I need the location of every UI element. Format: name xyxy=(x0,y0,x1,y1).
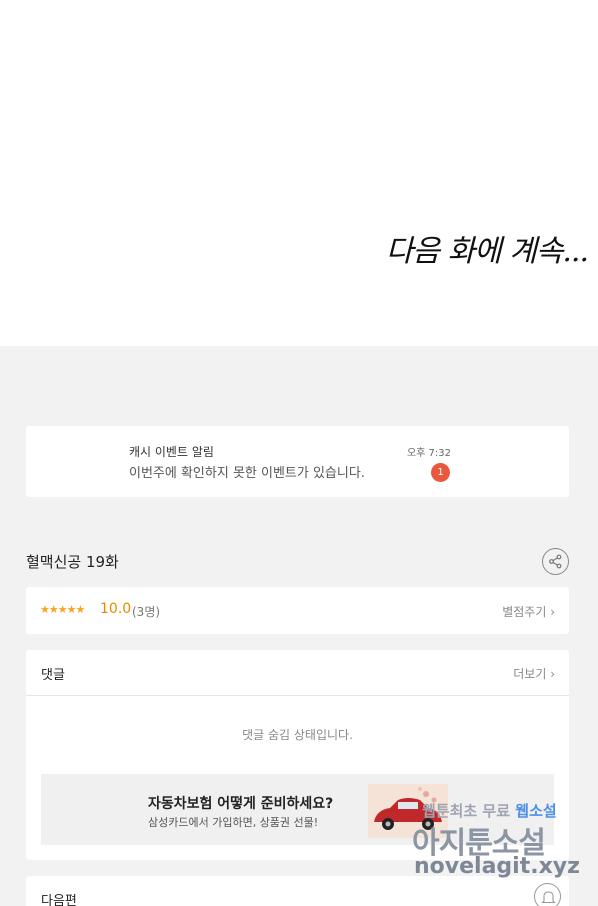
comic-panel-end: 다음 화에 계속... xyxy=(0,0,598,346)
next-episode-label: 다음편 xyxy=(41,894,77,906)
share-icon xyxy=(549,554,562,569)
bell-icon xyxy=(541,891,556,904)
notification-time: 오후 7:32 xyxy=(406,448,451,459)
notification-message: 이번주에 확인하지 못한 이벤트가 있습니다. xyxy=(129,466,365,481)
comments-hidden-message: 댓글 숨김 상태입니다. xyxy=(242,728,353,742)
rating-stars: ★★★★★ xyxy=(40,603,85,616)
ad-title: 자동차보험 어떻게 준비하세요? xyxy=(148,796,334,812)
comments-label: 댓글 xyxy=(41,668,65,683)
cash-event-notification[interactable]: 캐시 이벤트 알림 이번주에 확인하지 못한 이벤트가 있습니다. 오후 7:3… xyxy=(26,426,569,497)
comments-header: 댓글 더보기 › xyxy=(26,650,569,696)
next-episode-bar[interactable]: 다음편 xyxy=(26,876,569,906)
to-be-continued-text: 다음 화에 계속... xyxy=(385,234,589,269)
rating-score: 10.0 xyxy=(100,601,132,617)
notification-badge: 1 xyxy=(431,463,450,482)
ad-banner[interactable]: 자동차보험 어떻게 준비하세요? 삼성카드에서 가입하면, 상품권 선물! xyxy=(41,774,554,845)
comments-section: 댓글 더보기 › 댓글 숨김 상태입니다. 자동차보험 어떻게 준비하세요? 삼… xyxy=(26,650,569,860)
car-image xyxy=(368,784,448,838)
notification-title: 캐시 이벤트 알림 xyxy=(129,445,214,459)
rating-box: ★★★★★ 10.0 (3명) 별점주기 › xyxy=(26,587,569,634)
rate-button[interactable]: 별점주기 › xyxy=(502,603,555,620)
episode-title: 혈맥신공 19화 xyxy=(26,553,119,571)
comments-more-link[interactable]: 더보기 › xyxy=(513,665,555,682)
ad-subtitle: 삼성카드에서 가입하면, 상품권 선물! xyxy=(148,816,319,829)
rating-count: (3명) xyxy=(132,605,161,619)
notification-bell-button[interactable] xyxy=(534,883,561,906)
share-button[interactable] xyxy=(542,548,569,575)
